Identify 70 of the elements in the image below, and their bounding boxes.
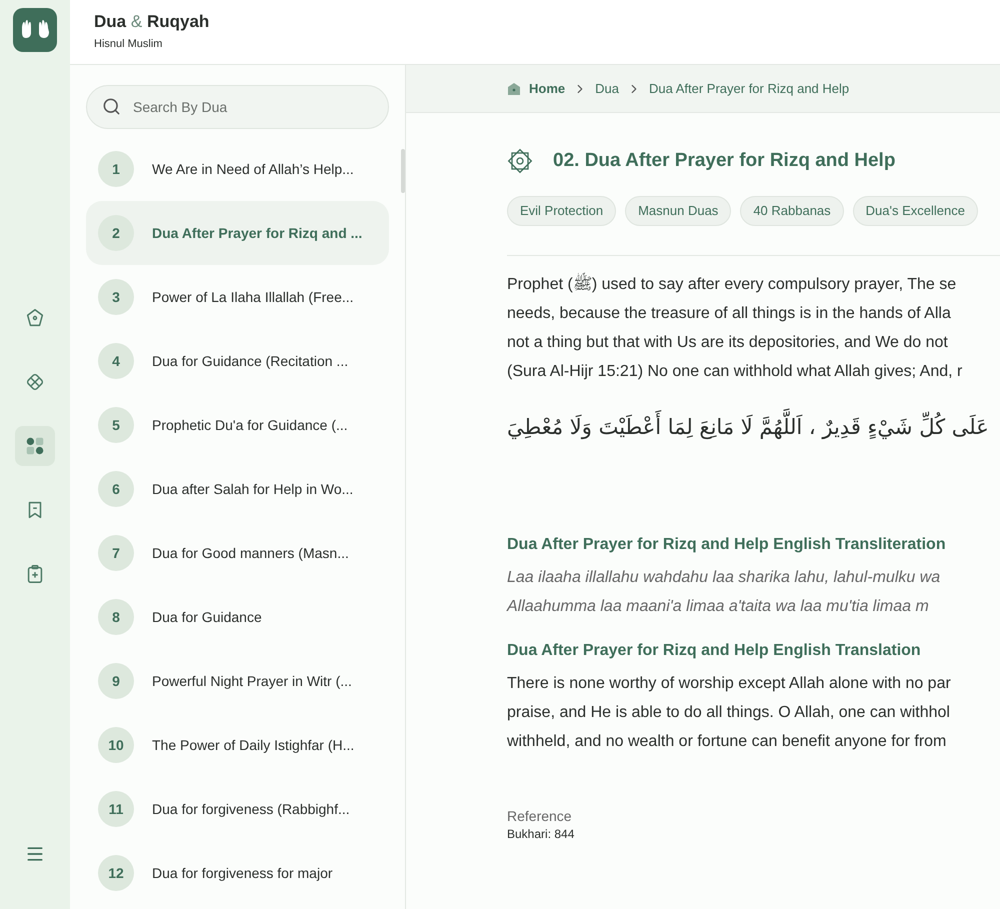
dua-title: Dua for forgiveness for major: [152, 864, 333, 883]
number-badge: 1: [98, 151, 134, 187]
section-heading: Dua After Prayer for Rizq and Help English Translation: [507, 641, 922, 661]
dua-list-item[interactable]: 8 Dua for Guidance: [86, 585, 389, 649]
intro-text-line: needs, because the treasure of all things is in the hands of Alla: [507, 304, 952, 324]
dua-list-item[interactable]: 7 Dua for Good manners (Masn...: [86, 521, 389, 585]
number-badge: 9: [98, 663, 134, 699]
number-badge: 4: [98, 343, 134, 379]
dua-title: Prophetic Du'a for Guidance (...: [152, 416, 348, 435]
number-badge: 10: [98, 727, 134, 763]
translation-line: praise, and He is able to do all things. O Allah, one can withhol: [507, 703, 951, 723]
dua-title: We Are in Need of Allah’s Help...: [152, 160, 354, 179]
dua-title: Dua after Salah for Help in Wo...: [152, 480, 354, 499]
dua-list-item[interactable]: 2 Dua After Prayer for Rizq and ...: [86, 201, 389, 265]
dua-list-item[interactable]: 3 Power of La Ilaha Illallah (Free...: [86, 265, 389, 329]
dua-title: Power of La Ilaha Illallah (Free...: [152, 288, 354, 307]
home-icon: [24, 307, 46, 329]
breadcrumb-link[interactable]: Dua: [595, 78, 619, 98]
breadcrumb-link[interactable]: Dua After Prayer for Rizq and Help: [648, 78, 850, 98]
dua-list-item[interactable]: 11 Dua for forgiveness (Rabbighf...: [86, 777, 389, 841]
diamond-grid-icon: [24, 371, 46, 393]
octagram-icon: [507, 148, 533, 174]
tag-chip[interactable]: Evil Protection: [507, 196, 616, 226]
tag-chip[interactable]: 40 Rabbanas: [740, 196, 844, 226]
dua-list-item[interactable]: 9 Powerful Night Prayer in Witr (...: [86, 649, 389, 713]
intro-text-line: not a thing but that with Us are its depositories, and We do not: [507, 332, 949, 352]
dua-list-item[interactable]: 12 Dua for forgiveness for major: [86, 841, 389, 905]
dua-list-item[interactable]: 6 Dua after Salah for Help in Wo...: [86, 457, 389, 521]
dua-heading: 02. Dua After Prayer for Rizq and Help: [553, 149, 896, 173]
raised-hands-icon: [20, 20, 50, 40]
dua-list-item[interactable]: 4 Dua for Guidance (Recitation ...: [86, 329, 389, 393]
dua-title: Dua for Guidance (Recitation ...: [152, 352, 348, 371]
intro-text-line: Prophet (ﷺ) used to say after every compulsory prayer, The se: [507, 270, 1000, 298]
scrollbar-thumb: [401, 149, 405, 193]
tag-chip[interactable]: Dua's Excellence: [852, 196, 978, 226]
transliteration-line: Laa ilaaha illallahu wahdahu laa sharika lahu, lahul-mulku wa: [507, 568, 942, 588]
number-badge: 11: [98, 791, 134, 827]
dua-title: Dua After Prayer for Rizq and ...: [152, 224, 362, 243]
dua-title: Dua for Guidance: [152, 608, 262, 626]
dua-list-item[interactable]: 5 Prophetic Du'a for Guidance (...: [86, 393, 389, 457]
home-icon: [507, 82, 521, 96]
number-badge: 2: [98, 215, 134, 251]
dua-title: The Power of Daily Istighfar (H...: [152, 736, 354, 755]
dots-grid-icon: [24, 435, 46, 457]
search-field[interactable]: Search By Dua: [86, 85, 389, 129]
reference-label: Reference: [507, 807, 573, 826]
app-title: Dua & Ruqyah: [94, 11, 210, 33]
dua-list-item[interactable]: 10 The Power of Daily Istighfar (H...: [86, 713, 389, 777]
breadcrumb-link[interactable]: Home: [529, 78, 566, 98]
reference-value: Bukhari: 844: [507, 827, 576, 841]
dua-list-item[interactable]: 1 We Are in Need of Allah’s Help...: [86, 137, 389, 201]
tag-chip[interactable]: Masnun Duas: [625, 196, 732, 226]
number-badge: 6: [98, 471, 134, 507]
nav-button[interactable]: [15, 426, 55, 466]
number-badge: 3: [98, 279, 134, 315]
dua-title: Dua for Good manners (Masn...: [152, 544, 349, 563]
number-badge: 12: [98, 855, 134, 891]
transliteration-line: Allaahumma laa maani'a limaa a'taita wa laa mu'tia limaa m: [507, 597, 930, 617]
translation-line: withheld, and no wealth or fortune can benefit anyone for from: [507, 732, 948, 752]
number-badge: 8: [98, 599, 134, 635]
section-heading: Dua After Prayer for Rizq and Help English Transliteration: [507, 535, 947, 555]
intro-text-line: (Sura Al-Hijr 15:21) No one can withhold what Allah gives; And, r: [507, 362, 964, 382]
translation-line: There is none worthy of worship except Allah alone with no par: [507, 674, 952, 694]
search-icon: [102, 97, 121, 116]
app-logo[interactable]: [13, 8, 57, 52]
number-badge: 7: [98, 535, 134, 571]
app-subtitle: Hisnul Muslim: [94, 37, 164, 52]
dua-title: Powerful Night Prayer in Witr (...: [152, 672, 352, 691]
number-badge: 5: [98, 407, 134, 443]
dua-title: Dua for forgiveness (Rabbighf...: [152, 800, 350, 819]
